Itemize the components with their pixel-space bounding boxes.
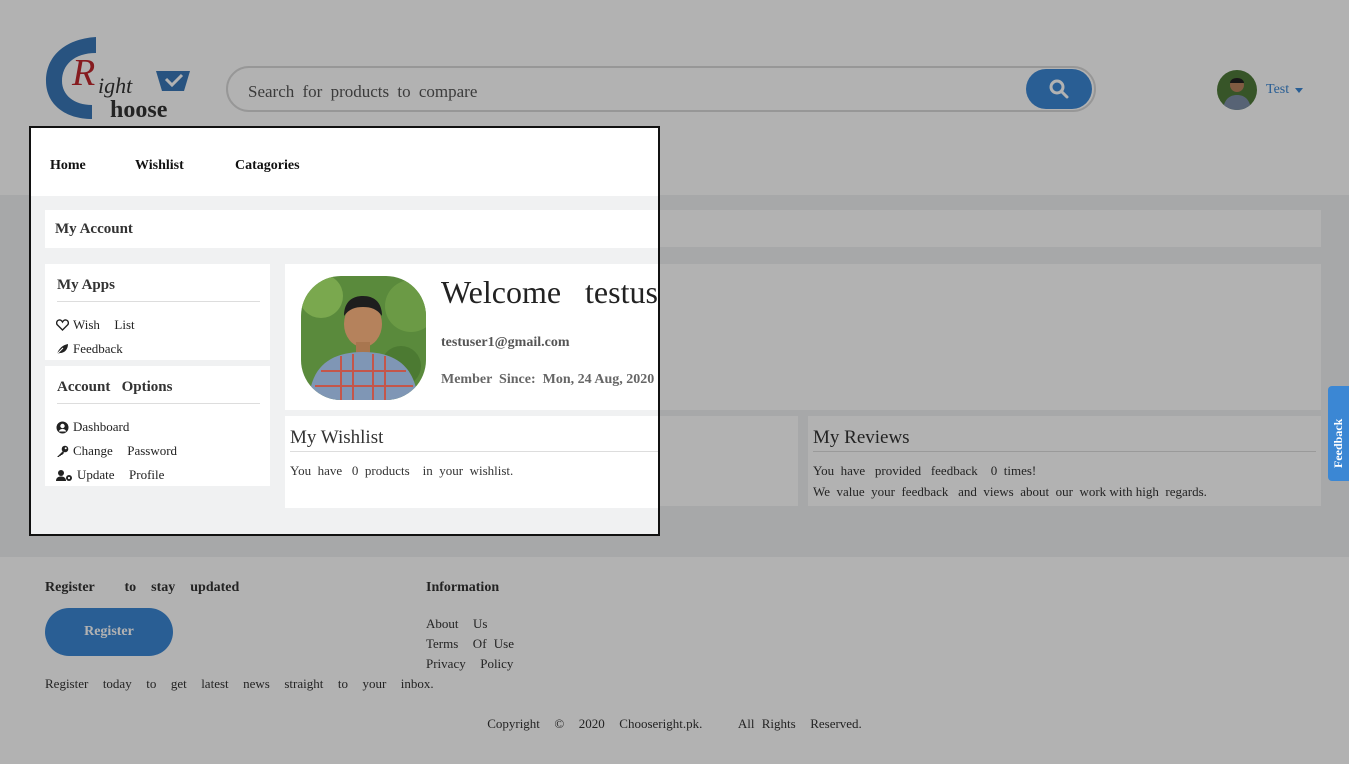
nav-categories[interactable]: Catagories bbox=[235, 158, 300, 174]
feedback-label: Feedback bbox=[73, 341, 123, 356]
change-password-label: Change Password bbox=[73, 443, 178, 458]
user-cog-icon bbox=[56, 469, 72, 481]
wishlist-text: You have 0 products in your wishlist. bbox=[290, 463, 514, 478]
user-circle-icon bbox=[56, 421, 69, 433]
update-profile-link[interactable]: Update Profile bbox=[56, 467, 164, 483]
page: R ight hoose Search for products to comp… bbox=[0, 0, 1349, 764]
profile-photo bbox=[301, 276, 426, 400]
leaf-icon bbox=[56, 344, 68, 355]
feedback-link[interactable]: Feedback bbox=[56, 341, 123, 357]
my-apps-card: My Apps Wish List Feedback bbox=[45, 264, 270, 360]
my-account-header: My Account bbox=[45, 210, 658, 248]
account-options-card: Account Options Dashboard Change Passwor… bbox=[45, 366, 270, 486]
my-account-title: My Account bbox=[55, 221, 133, 237]
wishlist-title: My Wishlist bbox=[290, 427, 384, 448]
account-options-title: Account Options bbox=[57, 379, 173, 395]
wish-list-label: Wish List bbox=[73, 317, 135, 332]
key-icon bbox=[57, 445, 69, 457]
nav-home[interactable]: Home bbox=[50, 158, 86, 174]
my-apps-title: My Apps bbox=[57, 277, 115, 293]
change-password-link[interactable]: Change Password bbox=[56, 443, 177, 459]
zoom-popup: Home Wishlist Catagories My Account My A… bbox=[29, 126, 660, 536]
profile-email: testuser1@gmail.com bbox=[441, 335, 570, 350]
update-profile-label: Update Profile bbox=[77, 467, 165, 482]
profile-card-zoom: Welcome testuser1! testuser1@gmail.com M… bbox=[285, 264, 658, 410]
feedback-tab-label: Feedback bbox=[1331, 418, 1345, 468]
heart-icon bbox=[56, 319, 69, 331]
wishlist-card-zoom: My Wishlist You have 0 products in your … bbox=[285, 416, 658, 508]
nav-wishlist[interactable]: Wishlist bbox=[135, 158, 184, 174]
welcome-heading: Welcome testuser1! bbox=[441, 274, 658, 310]
feedback-tab[interactable]: Feedback bbox=[1328, 386, 1349, 481]
dashboard-link[interactable]: Dashboard bbox=[56, 419, 129, 435]
main-nav: Home Wishlist Catagories bbox=[31, 128, 658, 196]
member-since: Member Since: Mon, 24 Aug, 2020 bbox=[441, 372, 655, 387]
dashboard-label: Dashboard bbox=[73, 419, 130, 434]
wish-list-link[interactable]: Wish List bbox=[56, 317, 135, 333]
